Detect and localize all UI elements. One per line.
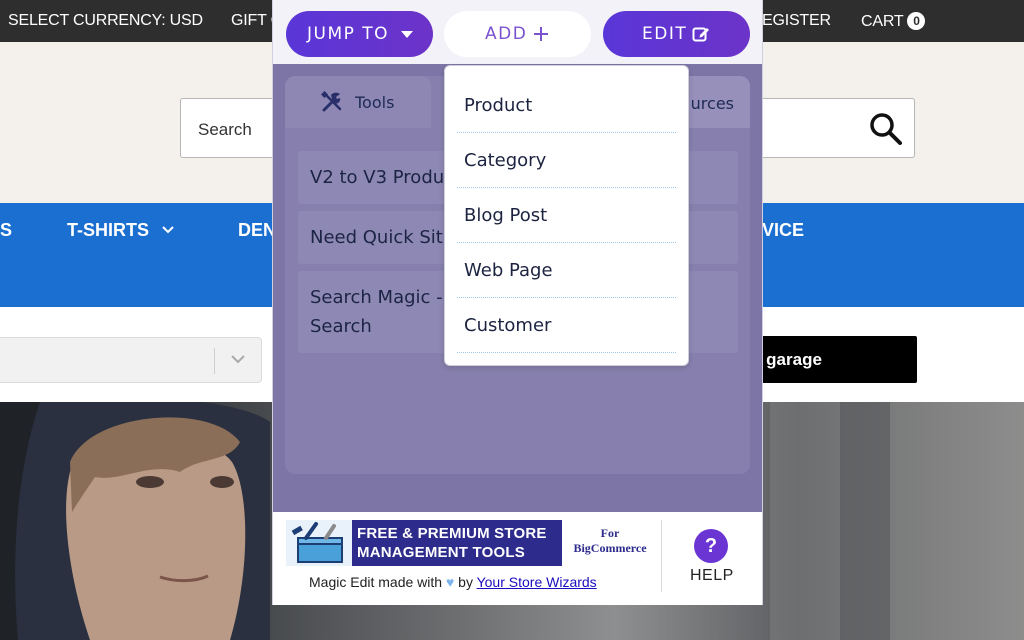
help-icon[interactable]: ? xyxy=(694,529,728,563)
menu-item-blog-post[interactable]: Blog Post xyxy=(457,188,676,243)
cart-count-badge: 0 xyxy=(907,12,926,30)
tool-item-label: V2 to V3 Produ xyxy=(310,167,445,188)
edit-label: EDIT xyxy=(642,24,688,44)
tool-item-label: Need Quick Sit xyxy=(310,227,443,248)
heart-icon: ♥ xyxy=(445,574,455,590)
caret-down-icon xyxy=(401,31,413,38)
search-icon[interactable] xyxy=(868,111,904,147)
tab-tools[interactable]: Tools xyxy=(285,76,431,128)
cart-label: CART xyxy=(861,13,904,30)
credit-line: Magic Edit made with ♥ by Your Store Wiz… xyxy=(309,574,597,590)
cart-link[interactable]: CART 0 xyxy=(861,12,926,31)
edit-icon xyxy=(692,27,709,42)
help-label[interactable]: HELP xyxy=(690,567,734,585)
add-dropdown-menu: Product Category Blog Post Web Page Cust… xyxy=(444,65,689,366)
chevron-down-icon xyxy=(162,226,174,234)
menu-item-label: Product xyxy=(464,95,533,116)
nav-item-left[interactable]: S xyxy=(0,220,12,241)
credit-by: by xyxy=(458,574,473,590)
tab-resources-label: urces xyxy=(690,94,734,113)
toolbox-icon xyxy=(286,520,352,566)
menu-item-product[interactable]: Product xyxy=(457,78,676,133)
panel-toolbar: JUMP TO ADD EDIT xyxy=(273,0,762,64)
banner-text-block: FREE & PREMIUM STORE MANAGEMENT TOOLS xyxy=(352,520,562,566)
tool-item-label: Search Magic - xyxy=(310,287,443,308)
add-label: ADD xyxy=(485,24,528,44)
tool-item-label-line2: Search xyxy=(310,316,372,337)
nav-item-tshirts[interactable]: T-SHIRTS xyxy=(67,220,174,241)
menu-item-category[interactable]: Category xyxy=(457,133,676,188)
select-divider xyxy=(214,348,215,374)
nav-item-service[interactable]: VICE xyxy=(762,220,804,241)
plus-icon xyxy=(534,27,548,41)
menu-item-label: Blog Post xyxy=(464,205,548,226)
footer-divider xyxy=(661,520,662,592)
nav-item-den[interactable]: DEN xyxy=(238,220,276,241)
menu-item-label: Category xyxy=(464,150,547,171)
nav-tshirts-label: T-SHIRTS xyxy=(67,220,150,240)
jump-to-button[interactable]: JUMP TO xyxy=(286,11,433,57)
your-store-wizards-link[interactable]: Your Store Wizards xyxy=(477,574,597,590)
edit-button[interactable]: EDIT xyxy=(603,11,750,57)
menu-item-label: Web Page xyxy=(464,260,553,281)
menu-item-web-page[interactable]: Web Page xyxy=(457,243,676,298)
chevron-down-icon xyxy=(231,355,245,364)
search-placeholder: Search xyxy=(198,120,252,139)
currency-selector[interactable]: SELECT CURRENCY: USD xyxy=(8,12,203,30)
banner-for-line-1: For xyxy=(600,526,620,540)
banner-for-line-2: BigCommerce xyxy=(573,541,647,555)
tools-icon xyxy=(321,91,342,112)
vehicle-select[interactable] xyxy=(0,337,262,383)
register-link[interactable]: EGISTER xyxy=(762,12,831,30)
menu-item-label: Customer xyxy=(464,315,552,336)
banner-line-2: MANAGEMENT TOOLS xyxy=(357,544,525,561)
panel-footer: FREE & PREMIUM STORE MANAGEMENT TOOLS Fo… xyxy=(273,512,762,605)
tab-tools-label: Tools xyxy=(355,93,395,112)
jump-to-label: JUMP TO xyxy=(307,24,390,44)
menu-item-customer[interactable]: Customer xyxy=(457,298,676,353)
banner-line-1: FREE & PREMIUM STORE xyxy=(357,525,547,542)
credit-prefix: Magic Edit made with xyxy=(309,574,443,590)
banner-for-bigcommerce: For BigCommerce xyxy=(565,526,655,556)
add-button[interactable]: ADD xyxy=(444,11,591,57)
store-wizards-banner[interactable]: FREE & PREMIUM STORE MANAGEMENT TOOLS xyxy=(286,520,562,566)
